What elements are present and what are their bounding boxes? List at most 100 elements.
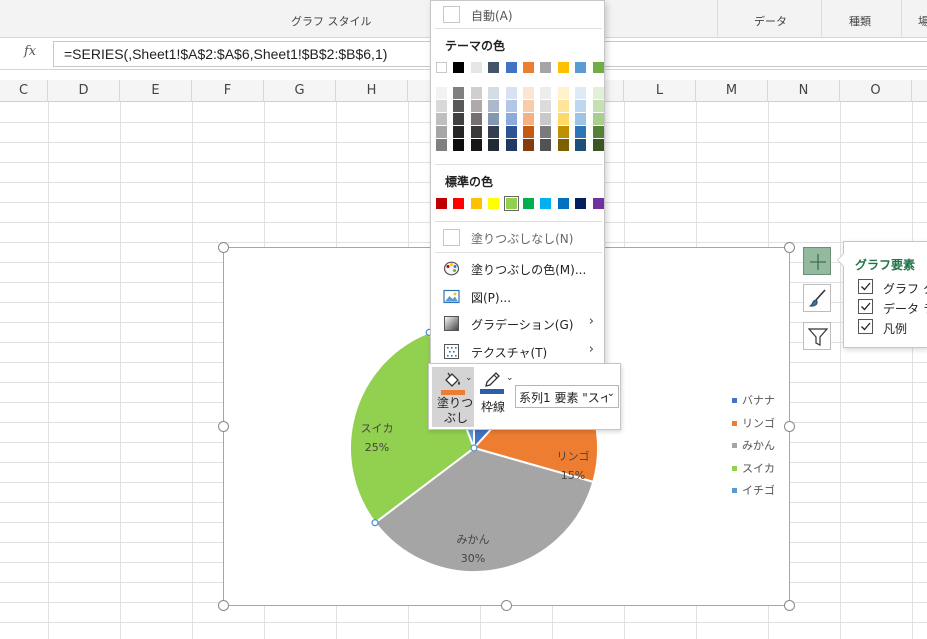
column-header[interactable]: F <box>192 80 264 102</box>
data-label-ringo[interactable]: リンゴ 15% <box>548 447 598 485</box>
theme-shade-swatch[interactable] <box>592 113 604 125</box>
chart-legend[interactable]: バナナ リンゴ みかん スイカ イチゴ <box>732 394 775 507</box>
theme-shade-swatch[interactable] <box>436 100 447 112</box>
resize-handle-top-right[interactable] <box>784 242 795 253</box>
theme-color-swatch[interactable] <box>575 62 587 73</box>
chevron-down-icon[interactable]: ⌄ <box>465 373 473 383</box>
column-header[interactable]: N <box>768 80 840 102</box>
theme-shade-swatch[interactable] <box>540 100 552 112</box>
theme-color-swatch[interactable] <box>592 62 604 73</box>
legend-item[interactable]: バナナ <box>732 394 775 417</box>
theme-shade-swatch[interactable] <box>575 139 587 151</box>
theme-shade-swatch[interactable] <box>488 87 500 99</box>
theme-shade-swatch[interactable] <box>453 87 465 99</box>
theme-color-swatch[interactable] <box>436 62 447 73</box>
theme-shade-swatch[interactable] <box>470 139 482 151</box>
theme-shade-swatch[interactable] <box>453 113 465 125</box>
resize-handle-right[interactable] <box>784 421 795 432</box>
menu-item-more-colors[interactable]: 塗りつぶしの色(M)... <box>431 255 604 282</box>
theme-color-swatch[interactable] <box>453 62 465 73</box>
column-header[interactable]: L <box>624 80 696 102</box>
theme-shade-swatch[interactable] <box>523 126 534 138</box>
theme-shade-swatch[interactable] <box>523 139 534 151</box>
theme-shade-swatch[interactable] <box>557 87 569 99</box>
chart-elements-button[interactable] <box>803 247 831 275</box>
checkbox-checked-icon[interactable] <box>858 319 873 334</box>
chevron-down-icon[interactable]: ⌄ <box>506 373 514 383</box>
theme-shade-swatch[interactable] <box>592 100 604 112</box>
theme-shade-swatch[interactable] <box>523 113 534 125</box>
theme-color-swatch[interactable] <box>505 62 517 73</box>
theme-shade-swatch[interactable] <box>557 113 569 125</box>
theme-color-swatch[interactable] <box>470 62 482 73</box>
column-header[interactable]: D <box>48 80 120 102</box>
theme-shade-swatch[interactable] <box>453 100 465 112</box>
theme-shade-swatch[interactable] <box>523 87 534 99</box>
resize-handle-bottom-left[interactable] <box>218 600 229 611</box>
menu-item-automatic[interactable]: 自動(A) <box>431 1 604 28</box>
slice-selection-handle[interactable] <box>470 444 478 452</box>
data-label-suika[interactable]: スイカ 25% <box>352 419 402 457</box>
menu-item-no-fill[interactable]: 塗りつぶしなし(N) <box>431 224 604 251</box>
resize-handle-bottom-right[interactable] <box>784 600 795 611</box>
legend-item[interactable]: スイカ <box>732 462 775 485</box>
theme-color-swatch[interactable] <box>488 62 500 73</box>
theme-shade-swatch[interactable] <box>470 87 482 99</box>
theme-shade-swatch[interactable] <box>540 139 552 151</box>
standard-color-swatch[interactable] <box>540 198 552 209</box>
theme-shade-swatch[interactable] <box>505 139 517 151</box>
standard-color-swatch[interactable] <box>592 198 604 209</box>
theme-shade-swatch[interactable] <box>488 113 500 125</box>
checkbox-checked-icon[interactable] <box>858 279 873 294</box>
theme-shade-swatch[interactable] <box>470 113 482 125</box>
theme-shade-swatch[interactable] <box>575 100 587 112</box>
theme-shade-swatch[interactable] <box>575 87 587 99</box>
theme-shade-swatch[interactable] <box>470 126 482 138</box>
theme-shade-swatch[interactable] <box>557 100 569 112</box>
theme-color-swatch[interactable] <box>523 62 534 73</box>
standard-color-swatch[interactable] <box>453 198 465 209</box>
theme-shade-swatch[interactable] <box>436 113 447 125</box>
resize-handle-left[interactable] <box>218 421 229 432</box>
chart-filters-button[interactable] <box>803 322 831 350</box>
resize-handle-bottom[interactable] <box>501 600 512 611</box>
column-header[interactable]: O <box>840 80 912 102</box>
legend-item[interactable]: イチゴ <box>732 484 775 507</box>
slice-selection-handle[interactable] <box>371 519 379 527</box>
theme-shade-swatch[interactable] <box>453 126 465 138</box>
resize-handle-top-left[interactable] <box>218 242 229 253</box>
theme-shade-swatch[interactable] <box>505 126 517 138</box>
theme-color-swatch[interactable] <box>557 62 569 73</box>
theme-shade-swatch[interactable] <box>488 126 500 138</box>
theme-shade-swatch[interactable] <box>470 100 482 112</box>
theme-shade-swatch[interactable] <box>505 100 517 112</box>
outline-button[interactable]: ⌄ 枠線 <box>477 367 514 422</box>
theme-shade-swatch[interactable] <box>540 87 552 99</box>
theme-shade-swatch[interactable] <box>575 113 587 125</box>
column-header[interactable]: G <box>264 80 336 102</box>
column-header[interactable]: M <box>696 80 768 102</box>
theme-shade-swatch[interactable] <box>436 139 447 151</box>
theme-shade-swatch[interactable] <box>540 126 552 138</box>
theme-shade-swatch[interactable] <box>592 87 604 99</box>
column-header[interactable]: H <box>336 80 408 102</box>
theme-shade-swatch[interactable] <box>488 100 500 112</box>
theme-shade-swatch[interactable] <box>575 126 587 138</box>
checkbox-checked-icon[interactable] <box>858 299 873 314</box>
standard-color-swatch[interactable] <box>557 198 569 209</box>
theme-shade-swatch[interactable] <box>488 139 500 151</box>
theme-color-swatch[interactable] <box>540 62 552 73</box>
data-label-mikan[interactable]: みかん 30% <box>448 530 498 568</box>
theme-shade-swatch[interactable] <box>436 126 447 138</box>
theme-shade-swatch[interactable] <box>505 113 517 125</box>
theme-shade-swatch[interactable] <box>453 139 465 151</box>
theme-shade-swatch[interactable] <box>523 100 534 112</box>
chart-element-select[interactable]: 系列1 要素 "スイ ⌄ <box>515 385 619 408</box>
menu-item-picture[interactable]: 図(P)... <box>431 283 604 310</box>
menu-item-gradient[interactable]: グラデーション(G) › <box>431 310 604 337</box>
standard-color-swatch[interactable] <box>436 198 447 209</box>
standard-color-swatch[interactable] <box>503 196 519 211</box>
standard-color-swatch[interactable] <box>575 198 587 209</box>
theme-shade-swatch[interactable] <box>592 126 604 138</box>
column-header[interactable]: E <box>120 80 192 102</box>
